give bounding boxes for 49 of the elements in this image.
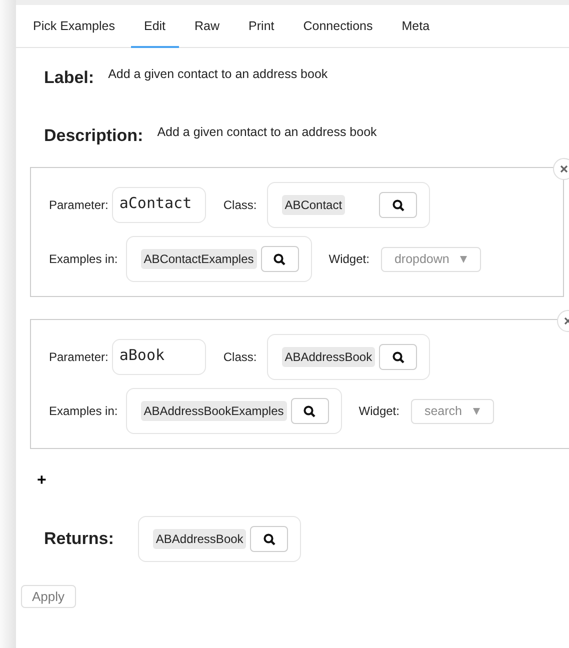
tab[interactable]: Raw	[182, 5, 233, 48]
search-icon	[273, 252, 286, 266]
returns-class-name: ABAddressBook	[152, 529, 246, 549]
search-button[interactable]	[290, 398, 329, 424]
examples-label: Examples in:	[49, 252, 118, 266]
search-button[interactable]	[250, 526, 288, 552]
examples-class-name: ABContactExamples	[140, 249, 257, 269]
class-field[interactable]: ABAddressBook	[266, 334, 430, 380]
tab[interactable]: Connections	[290, 5, 386, 48]
label-title: Label:	[44, 68, 94, 88]
class-field[interactable]: ABContact	[266, 182, 430, 228]
class-name: ABAddressBook	[282, 347, 376, 367]
class-name: ABContact	[282, 195, 346, 215]
examples-class-name: ABAddressBookExamples	[140, 401, 287, 421]
search-icon	[392, 350, 405, 364]
widget-dropdown[interactable]: search	[411, 398, 494, 424]
close-button[interactable]	[553, 158, 569, 180]
class-field[interactable]: ABContactExamples	[126, 236, 312, 282]
widget-label: Widget:	[358, 404, 400, 418]
search-button[interactable]	[379, 344, 418, 370]
search-button[interactable]	[379, 192, 418, 218]
parameter-name-field[interactable]: aContact	[112, 187, 206, 223]
search-icon	[262, 532, 276, 546]
search-icon	[392, 198, 405, 212]
add-button[interactable]: +	[33, 472, 50, 490]
class-field[interactable]: ABAddressBook	[138, 516, 302, 562]
parameter-label: Parameter:	[49, 350, 108, 364]
search-icon	[303, 404, 316, 418]
close-icon	[559, 164, 569, 174]
class-field[interactable]: ABAddressBookExamples	[126, 388, 342, 434]
apply-button[interactable]: Apply	[21, 585, 76, 608]
caret-icon	[459, 254, 468, 264]
search-button[interactable]	[260, 246, 299, 272]
tab[interactable]: Edit	[130, 5, 179, 48]
parameter-name-field[interactable]: aBook	[112, 339, 206, 375]
tab[interactable]: Pick Examples	[20, 5, 128, 48]
description-value: Add a given contact to an address book	[157, 125, 377, 139]
class-label: Class:	[223, 350, 257, 364]
description-title: Description:	[44, 126, 144, 146]
widget-dropdown[interactable]: dropdown	[381, 246, 482, 272]
returns-title: Returns:	[44, 529, 114, 549]
class-label: Class:	[223, 198, 257, 212]
caret-icon	[472, 406, 481, 416]
tab[interactable]: Print	[236, 5, 288, 48]
widget-label: Widget:	[328, 252, 370, 266]
tab[interactable]: Meta	[388, 5, 443, 48]
label-value: Add a given contact to an address book	[108, 67, 328, 81]
parameter-label: Parameter:	[49, 198, 108, 212]
examples-label: Examples in:	[49, 404, 118, 418]
